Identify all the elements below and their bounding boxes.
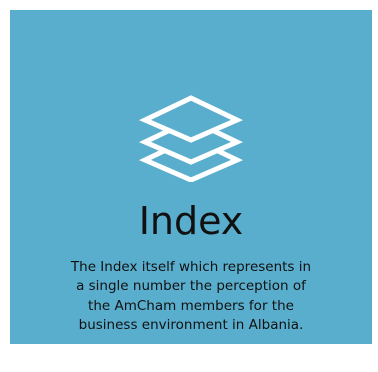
layers-icon bbox=[10, 92, 372, 182]
index-card: Index The Index itself which represents … bbox=[10, 10, 372, 344]
card-description: The Index itself which represents in a s… bbox=[70, 259, 312, 333]
card-title: Index bbox=[138, 199, 244, 243]
